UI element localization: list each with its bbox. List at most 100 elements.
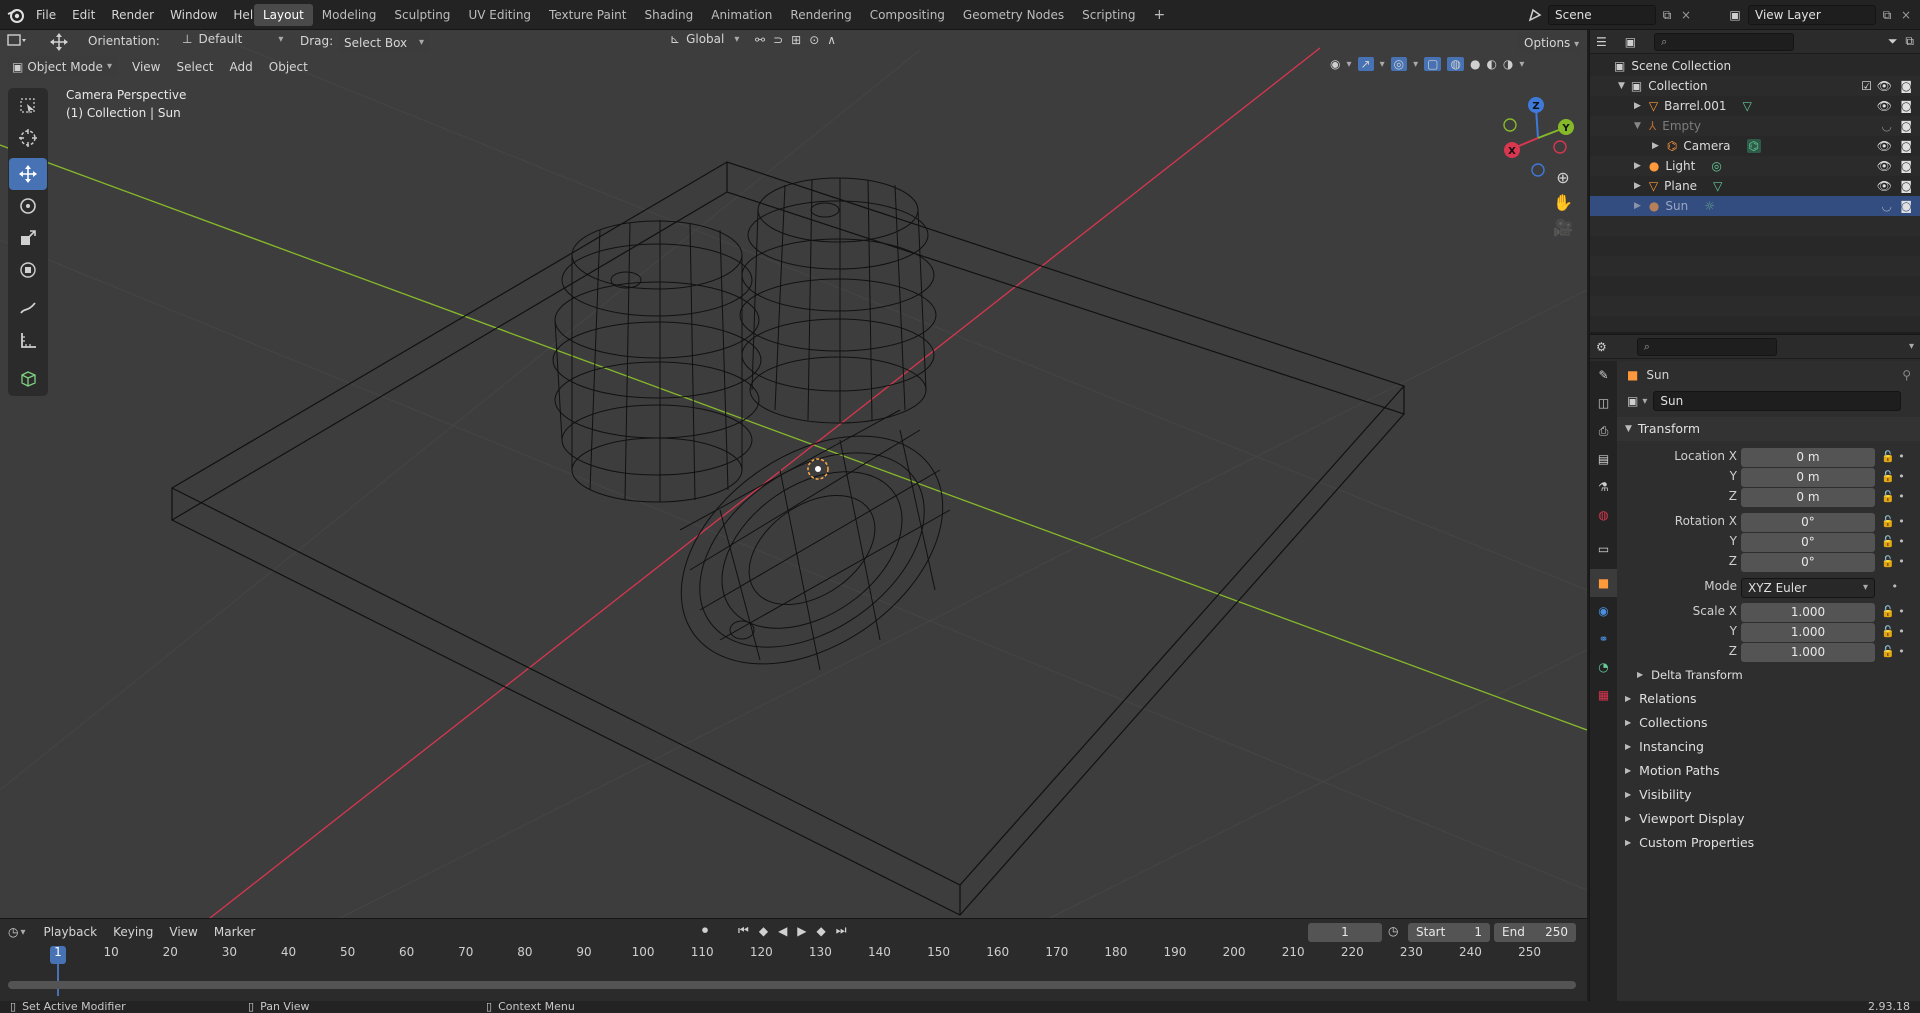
new-collection-icon[interactable]: ⧉ [1905,34,1914,49]
filter-icon[interactable]: ⏷ [1888,34,1898,49]
frame-end-field[interactable]: End 250 [1494,923,1576,942]
pan-hand-icon[interactable]: ✋ [1553,193,1573,212]
camera-data-icon[interactable]: ⌬ [1746,139,1761,153]
new-view-layer-icon[interactable]: ⧉ [1876,8,1898,23]
scale-y-field[interactable]: 1.000 [1741,623,1875,642]
lock-icon[interactable]: 🔓 • [1881,447,1917,467]
auto-keying-icon[interactable]: ⏺ [702,923,708,938]
world-tab-icon[interactable]: ◍ [1590,501,1617,529]
scene-name-field[interactable]: Scene [1548,5,1656,25]
render-camera-icon[interactable]: ◙ [1900,119,1912,133]
view-layer-field[interactable]: View Layer [1748,5,1876,25]
rotate-tool[interactable] [9,190,47,222]
lock-icon[interactable]: 🔓 • [1881,622,1917,642]
menu-file[interactable]: File [28,4,64,26]
rotation-y-field[interactable]: 0° [1741,533,1875,552]
object-tab-icon[interactable]: ■ [1590,569,1617,597]
current-frame-field[interactable]: 1 [1308,923,1382,942]
xray-toggle-icon[interactable]: ▢ [1424,57,1442,71]
exclude-checkbox[interactable]: ☑ [1861,79,1872,93]
timeline-editor-icon[interactable]: ◷ [8,925,18,939]
overlays-toggle-icon[interactable]: ◎ [1390,57,1408,71]
sun-data-icon[interactable]: ☼ [1704,199,1715,213]
visibility-eye-icon[interactable]: 👁 [1877,79,1892,93]
lock-icon[interactable]: 🔓 • [1881,552,1917,572]
transform-panel-header[interactable]: ▼ Transform [1617,417,1920,441]
drag-select-box-dropdown[interactable]: Select Box ▾ [338,32,430,54]
visibility-eye-icon[interactable]: 👁 [1877,139,1892,153]
lock-icon[interactable]: 🔓 • [1881,487,1917,507]
annotate-tool[interactable] [9,292,47,324]
expand-arrow-icon[interactable]: ▶ [1634,181,1641,191]
tab-modeling[interactable]: Modeling [313,4,386,26]
menu-window[interactable]: Window [162,4,225,26]
play-icon[interactable]: ▶ [797,924,806,938]
falloff-curve-icon[interactable]: ∧ [827,33,836,47]
outliner-item-light[interactable]: ▶ ● Light ◎ 👁 ◙ [1590,156,1920,176]
visibility-panel[interactable]: ▶ Visibility [1617,783,1920,807]
object-name-field[interactable]: Sun [1653,391,1902,411]
transform-tool[interactable] [9,254,47,286]
tab-shading[interactable]: Shading [635,4,702,26]
object-mode-dropdown[interactable]: ▣ Object Mode ▾ [8,56,118,78]
scene-icon[interactable] [1522,4,1548,26]
expand-arrow-icon[interactable]: ▶ [1634,201,1641,211]
timeline-scrollbar-thumb[interactable] [8,981,1576,989]
timeline-menu-keying[interactable]: Keying [105,921,161,943]
outliner-item-sun[interactable]: ▶ ● Sun ☼ ◡ ◙ [1590,196,1920,216]
scale-z-field[interactable]: 1.000 [1741,643,1875,662]
render-camera-icon[interactable]: ◙ [1900,179,1912,193]
next-keyframe-icon[interactable]: ◆ [817,924,826,938]
instancing-panel[interactable]: ▶ Instancing [1617,735,1920,759]
chevron-down-icon[interactable]: ▾ [1909,341,1914,352]
move-tool[interactable] [9,158,47,190]
custom-properties-panel[interactable]: ▶ Custom Properties [1617,831,1920,855]
scale-tool[interactable] [9,222,47,254]
render-tab-icon[interactable]: ◫ [1590,389,1617,417]
menu-render[interactable]: Render [103,4,162,26]
render-camera-icon[interactable]: ◙ [1900,99,1912,113]
timeline-menu-marker[interactable]: Marker [206,921,263,943]
visibility-eye-icon[interactable]: 👁 [1877,99,1892,113]
snap-element-icon[interactable]: ⊞ [791,33,801,47]
move-tool-icon[interactable] [48,32,70,52]
relations-panel[interactable]: ▶ Relations [1617,687,1920,711]
lock-icon[interactable]: 🔓 • [1881,512,1917,532]
expand-arrow-icon[interactable]: ▼ [1634,121,1641,131]
render-camera-icon[interactable]: ◙ [1900,79,1912,93]
rendered-shading-icon[interactable]: ◑ [1503,57,1513,71]
lock-icon[interactable]: 🔓 • [1881,467,1917,487]
tab-layout[interactable]: Layout [254,4,313,26]
remove-view-layer-icon[interactable]: × [1898,8,1914,22]
transform-orientation-dropdown[interactable]: ⊾ Global ▾ [670,32,739,46]
timeline-scrollbar[interactable] [8,981,1576,989]
hidden-eye-icon[interactable]: ◡ [1882,199,1892,213]
tab-geometry-nodes[interactable]: Geometry Nodes [954,4,1073,26]
viewport-menu-add[interactable]: Add [222,56,261,78]
editor-type-selector[interactable] [6,32,28,50]
object-datablock-icon[interactable]: ▣ [1627,394,1638,408]
render-camera-icon[interactable]: ◙ [1900,199,1912,213]
location-x-field[interactable]: 0 m [1741,448,1875,467]
visibility-eye-icon[interactable]: 👁 [1877,179,1892,193]
remove-scene-icon[interactable]: × [1678,8,1694,22]
camera-view-icon[interactable]: 🎥 [1553,218,1573,237]
select-box-tool[interactable] [9,90,47,122]
outliner-item-camera[interactable]: ▶ ⌬ Camera ⌬ 👁 ◙ [1590,136,1920,156]
tab-compositing[interactable]: Compositing [861,4,954,26]
gizmo-toggle-icon[interactable]: ↗ [1357,57,1374,71]
zoom-icon[interactable]: ⊕ [1556,168,1569,187]
scale-x-field[interactable]: 1.000 [1741,603,1875,622]
measure-tool[interactable] [9,324,47,356]
lock-icon[interactable]: 🔓 • [1881,532,1917,552]
timeline-menu-view[interactable]: View [161,921,205,943]
outliner-search-input[interactable]: ⌕ [1654,32,1795,51]
collection-expand-icon[interactable]: ▼ [1618,81,1625,91]
snap-toggle-icon[interactable]: ⊃ [773,33,783,47]
collections-panel[interactable]: ▶ Collections [1617,711,1920,735]
lock-icon[interactable]: 🔓 • [1881,602,1917,622]
render-camera-icon[interactable]: ◙ [1900,159,1912,173]
render-camera-icon[interactable]: ◙ [1900,139,1912,153]
delta-transform-panel[interactable]: ▶ Delta Transform [1617,663,1920,687]
properties-search-input[interactable]: ⌕ [1636,337,1777,356]
